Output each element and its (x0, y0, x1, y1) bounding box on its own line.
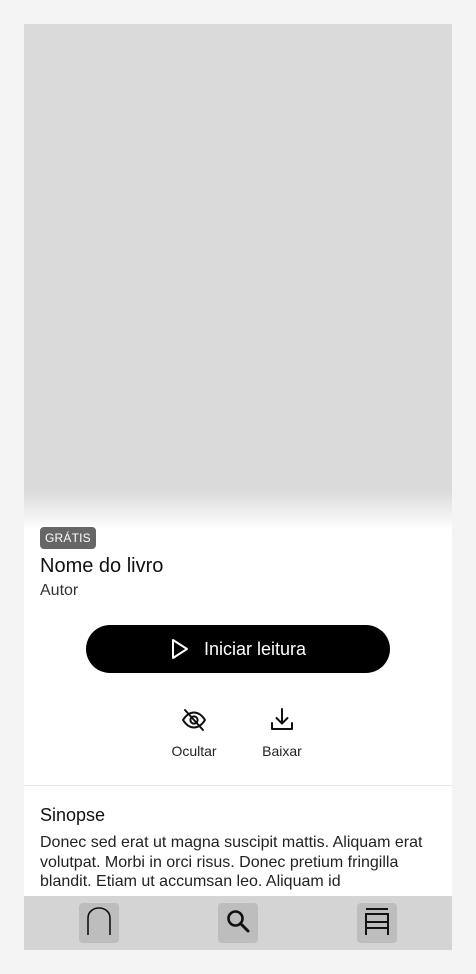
tab-library[interactable] (357, 903, 397, 943)
download-button[interactable]: Baixar (247, 706, 317, 760)
hide-button[interactable]: Ocultar (159, 706, 229, 760)
library-icon (364, 906, 390, 941)
start-reading-button[interactable]: Iniciar leitura (86, 625, 390, 673)
synopsis-heading: Sinopse (40, 805, 106, 825)
section-divider (24, 785, 452, 786)
book-detail-screen: GRÁTIS Nome do livro Autor Iniciar leitu… (24, 24, 452, 950)
download-label: Baixar (262, 743, 302, 759)
synopsis-text: Donec sed erat ut magna suscipit mattis.… (40, 834, 423, 890)
search-icon (225, 908, 251, 939)
tab-search[interactable] (218, 903, 258, 943)
bottom-tab-bar (24, 896, 452, 950)
download-icon (268, 706, 296, 734)
hide-label: Ocultar (171, 743, 217, 759)
home-icon (86, 906, 112, 941)
book-author: Autor (40, 582, 79, 599)
book-title: Nome do livro (40, 555, 164, 577)
play-icon (170, 638, 190, 660)
free-badge: GRÁTIS (40, 527, 96, 549)
start-reading-label: Iniciar leitura (203, 639, 307, 659)
book-cover-image (24, 24, 452, 504)
cover-fade (24, 490, 452, 530)
tab-home[interactable] (79, 903, 119, 943)
eye-off-icon (180, 706, 208, 734)
